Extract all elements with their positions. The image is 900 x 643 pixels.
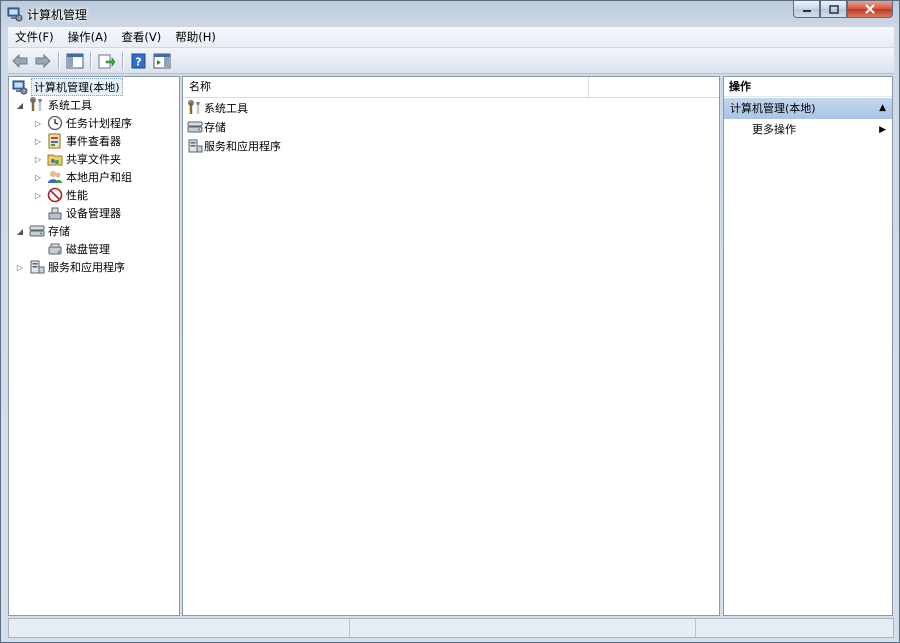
export-list-button[interactable]	[96, 50, 118, 72]
menu-help[interactable]: 帮助(H)	[168, 27, 223, 47]
tree-item-performance[interactable]: ▷ 性能	[33, 186, 88, 204]
actions-section-computer-management[interactable]: 计算机管理(本地) ▲	[724, 98, 892, 119]
toolbar-separator	[122, 51, 123, 70]
toolbar: ?	[8, 48, 894, 74]
menu-view[interactable]: 查看(V)	[114, 27, 168, 47]
console-tree-pane[interactable]: 计算机管理(本地) ◢ 系统工具 ▷ 任务计划程序 ▷ 事件查看器 ▷ 共享文件…	[8, 76, 180, 616]
maximize-icon	[828, 4, 839, 14]
status-cell	[350, 619, 696, 637]
actions-header: 操作	[724, 77, 892, 97]
tree-item-label: 性能	[66, 189, 88, 202]
tree-item-task-scheduler[interactable]: ▷ 任务计划程序	[33, 114, 132, 132]
tree-item-label: 事件查看器	[66, 135, 121, 148]
forward-button[interactable]	[32, 50, 54, 72]
tree-item-label: 系统工具	[48, 99, 92, 112]
storage-icon	[29, 223, 45, 239]
tree-item-label: 任务计划程序	[66, 117, 132, 130]
collapse-icon[interactable]: ◢	[15, 101, 25, 110]
back-arrow-icon	[12, 53, 28, 68]
action-label: 更多操作	[752, 123, 796, 136]
actions-pane: 操作 计算机管理(本地) ▲ 更多操作 ▶	[723, 76, 893, 616]
device-manager-icon	[47, 205, 63, 221]
tools-icon	[29, 97, 45, 113]
services-icon	[187, 138, 203, 154]
actions-section-label: 计算机管理(本地)	[730, 102, 816, 115]
tree-item-label: 本地用户和组	[66, 171, 132, 184]
list-item-label: 存储	[204, 121, 226, 134]
computer-management-window: 计算机管理 文件(F) 操作(A) 查看(V) 帮助(H) ? 计算机管理(本地…	[0, 0, 900, 643]
tree-root-computer-management[interactable]: 计算机管理(本地)	[12, 78, 123, 96]
show-hide-action-pane-button[interactable]	[151, 50, 173, 72]
list-header: 名称	[183, 77, 719, 98]
expand-icon[interactable]: ▷	[33, 119, 43, 128]
help-icon: ?	[131, 53, 146, 68]
tree-item-label: 共享文件夹	[66, 153, 121, 166]
event-viewer-icon	[47, 133, 63, 149]
clock-icon	[47, 115, 63, 131]
tree-item-storage[interactable]: ◢ 存储	[15, 222, 70, 240]
window-title: 计算机管理	[27, 8, 88, 22]
toolbar-separator	[58, 51, 59, 70]
tree-item-label: 磁盘管理	[66, 243, 110, 256]
tree-item-event-viewer[interactable]: ▷ 事件查看器	[33, 132, 121, 150]
tree-item-shared-folders[interactable]: ▷ 共享文件夹	[33, 150, 121, 168]
forward-arrow-icon	[35, 53, 51, 68]
performance-icon	[47, 187, 63, 203]
minimize-button[interactable]	[793, 1, 820, 18]
expand-icon[interactable]: ▷	[33, 137, 43, 146]
column-header-name[interactable]: 名称	[183, 77, 589, 97]
tree-item-label: 存储	[48, 225, 70, 238]
expand-icon[interactable]: ▷	[15, 263, 25, 272]
menu-action[interactable]: 操作(A)	[61, 27, 115, 47]
export-list-icon	[98, 54, 116, 68]
tree-item-system-tools[interactable]: ◢ 系统工具	[15, 96, 92, 114]
list-item-label: 系统工具	[204, 102, 248, 115]
list-item-label: 服务和应用程序	[204, 140, 281, 153]
services-icon	[29, 259, 45, 275]
collapse-arrow-icon[interactable]: ▲	[879, 98, 886, 119]
expand-icon[interactable]: ▷	[33, 191, 43, 200]
close-button[interactable]	[847, 1, 893, 18]
tree-item-services-applications[interactable]: ▷ 服务和应用程序	[15, 258, 125, 276]
disk-icon	[47, 241, 63, 257]
maximize-button[interactable]	[820, 1, 847, 18]
shared-folder-icon	[47, 151, 63, 167]
expand-icon[interactable]: ▷	[33, 173, 43, 182]
tree-root-label: 计算机管理(本地)	[31, 78, 123, 96]
list-item-storage[interactable]: 存储	[187, 118, 226, 136]
tree-item-local-users-groups[interactable]: ▷ 本地用户和组	[33, 168, 132, 186]
status-cell	[9, 619, 350, 637]
results-pane[interactable]: 名称 系统工具 存储 服务和应用程序	[182, 76, 720, 616]
storage-icon	[187, 119, 203, 135]
title-bar[interactable]: 计算机管理	[1, 1, 899, 27]
list-item-system-tools[interactable]: 系统工具	[187, 99, 248, 117]
toolbar-separator	[90, 51, 91, 70]
svg-text:?: ?	[135, 55, 141, 68]
computer-management-icon	[12, 79, 28, 95]
menu-bar: 文件(F) 操作(A) 查看(V) 帮助(H)	[8, 27, 894, 47]
console-tree-icon	[66, 53, 84, 68]
computer-management-icon	[7, 7, 23, 22]
status-cell	[696, 619, 881, 637]
close-icon	[865, 4, 875, 14]
collapse-icon[interactable]: ◢	[15, 227, 25, 236]
status-bar	[8, 618, 894, 638]
help-button[interactable]: ?	[128, 50, 150, 72]
users-icon	[47, 169, 63, 185]
action-pane-icon	[153, 53, 171, 68]
menu-file[interactable]: 文件(F)	[8, 27, 61, 47]
expand-icon[interactable]: ▷	[33, 155, 43, 164]
list-item-services-applications[interactable]: 服务和应用程序	[187, 137, 281, 155]
caption-buttons	[793, 1, 893, 20]
tree-item-device-manager[interactable]: 设备管理器	[33, 204, 121, 222]
submenu-arrow-icon: ▶	[879, 125, 886, 135]
show-hide-console-tree-button[interactable]	[64, 50, 86, 72]
tools-icon	[187, 100, 203, 116]
tree-item-label: 服务和应用程序	[48, 261, 125, 274]
tree-item-label: 设备管理器	[66, 207, 121, 220]
minimize-icon	[802, 10, 811, 12]
back-button[interactable]	[9, 50, 31, 72]
tree-item-disk-management[interactable]: 磁盘管理	[33, 240, 110, 258]
action-more-actions[interactable]: 更多操作 ▶	[724, 121, 892, 139]
